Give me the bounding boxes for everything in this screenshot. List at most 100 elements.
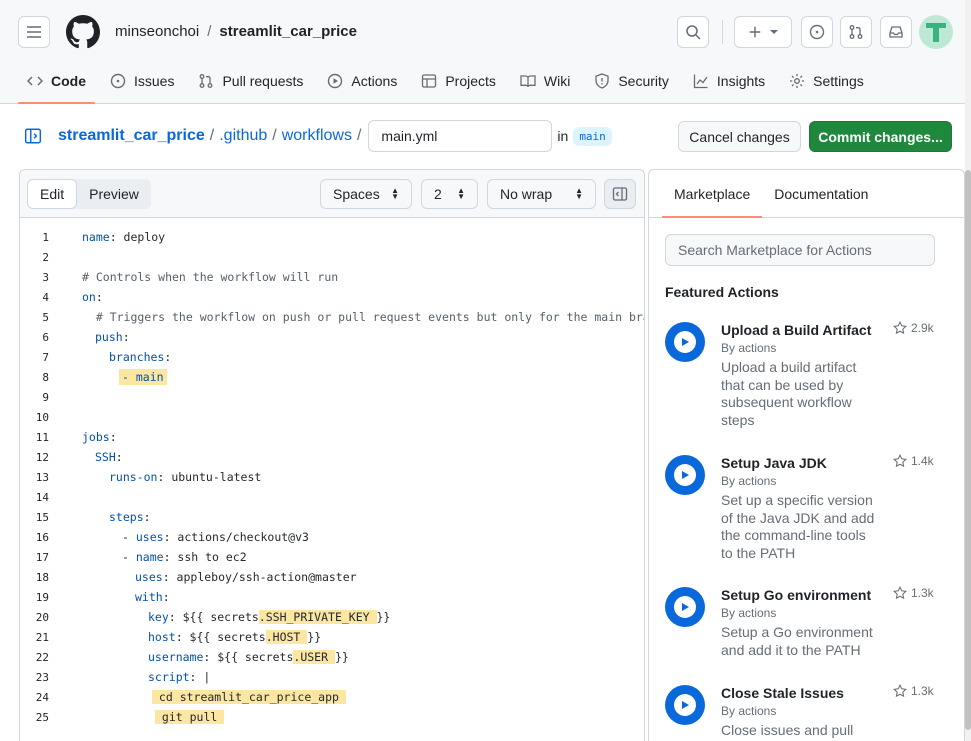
code-area[interactable]: 1 name: deploy 2 3 # Controls when the wor… <box>20 218 644 727</box>
code-line: 4 on: <box>20 287 644 307</box>
code-line: 13 runs-on: ubuntu-latest <box>20 467 644 487</box>
code-line: 7 branches: <box>20 347 644 367</box>
tab-wiki[interactable]: Wiki <box>511 64 579 98</box>
line-content: uses: appleboy/ssh-action@master <box>135 570 357 584</box>
tab-label: Settings <box>813 73 864 89</box>
action-title[interactable]: Close Stale Issues <box>721 685 844 701</box>
line-content: script: | <box>148 670 211 684</box>
tab-security[interactable]: Security <box>585 64 678 98</box>
commit-changes-button[interactable]: Commit changes... <box>809 121 952 152</box>
star-count: 1.4k <box>911 454 934 468</box>
graph-icon <box>693 74 708 89</box>
side-tabs: Marketplace Documentation <box>649 170 964 218</box>
pull-requests-button[interactable] <box>840 16 872 48</box>
toggle-sidebar-button[interactable] <box>604 179 636 209</box>
pull-request-icon <box>849 25 863 39</box>
code-line: 18 uses: appleboy/ssh-action@master <box>20 567 644 587</box>
path-separator: / <box>207 23 212 40</box>
search-button[interactable] <box>677 16 709 48</box>
line-content: with: <box>135 590 170 604</box>
line-number: 4 <box>42 290 49 304</box>
action-title[interactable]: Setup Java JDK <box>721 455 827 471</box>
action-play-icon <box>665 587 705 627</box>
line-content: name: deploy <box>82 230 166 244</box>
breadcrumb-separator: / <box>356 127 362 144</box>
tab-edit[interactable]: Edit <box>27 179 78 209</box>
breadcrumb-separator: / <box>209 127 215 144</box>
sidebar-expand-icon[interactable] <box>24 127 42 145</box>
book-icon <box>520 75 536 88</box>
filename-input[interactable]: main.yml <box>368 120 553 152</box>
table-icon <box>422 74 437 88</box>
action-play-icon <box>665 322 705 362</box>
wrap-mode-select[interactable]: No wrap ▲ ▼ <box>487 179 596 209</box>
line-number: 6 <box>42 330 49 344</box>
line-content: git pull <box>155 710 225 724</box>
line-content: push: <box>95 330 130 344</box>
indent-mode-select[interactable]: Spaces ▲ ▼ <box>320 179 412 209</box>
indent-size-select[interactable]: 2 ▲ ▼ <box>421 179 478 209</box>
action-title[interactable]: Upload a Build Artifact <box>721 322 871 338</box>
edit-preview-toggle: Edit Preview <box>27 179 151 209</box>
breadcrumb-github-link[interactable]: .github <box>219 127 267 145</box>
inbox-button[interactable] <box>880 16 912 48</box>
scrollbar-thumb[interactable] <box>965 170 971 730</box>
action-author: By actions <box>721 474 777 488</box>
line-number: 9 <box>42 390 49 404</box>
line-number: 24 <box>35 690 49 704</box>
select-arrows-icon: ▲ ▼ <box>457 186 465 201</box>
line-number: 20 <box>35 610 49 624</box>
tab-preview[interactable]: Preview <box>77 179 151 209</box>
tab-label: Wiki <box>543 73 571 89</box>
user-avatar[interactable] <box>919 15 953 49</box>
line-number: 7 <box>42 350 49 364</box>
tab-label: Issues <box>134 73 175 89</box>
tab-actions[interactable]: Actions <box>318 64 406 98</box>
tab-insights[interactable]: Insights <box>684 64 774 98</box>
issues-button[interactable] <box>801 16 833 48</box>
tab-issues[interactable]: Issues <box>101 64 183 98</box>
repo-nav: Code Issues Pull requests Actions Projec… <box>18 64 879 104</box>
action-author: By actions <box>721 606 777 620</box>
line-number: 16 <box>35 530 49 544</box>
code-line: 17 - name: ssh to ec2 <box>20 547 644 567</box>
line-number: 17 <box>35 550 49 564</box>
menu-button[interactable] <box>18 16 50 48</box>
github-logo-icon[interactable] <box>66 15 100 49</box>
action-stars: 1.3k <box>893 586 934 600</box>
code-line: 22 username: ${{ secrets.USER }} <box>20 647 644 667</box>
owner-link[interactable]: minseonchoi <box>115 23 199 40</box>
repo-link[interactable]: streamlit_car_price <box>219 23 357 40</box>
action-description: Setup a Go environment and add it to the… <box>721 624 873 658</box>
tab-code[interactable]: Code <box>18 64 95 104</box>
code-line: 11 jobs: <box>20 427 644 447</box>
avatar-identicon-icon <box>926 23 946 42</box>
code-line: 6 push: <box>20 327 644 347</box>
line-content: - main <box>119 369 167 385</box>
breadcrumb-repo-link[interactable]: streamlit_car_price <box>58 127 205 145</box>
line-content: - uses: actions/checkout@v3 <box>122 530 309 544</box>
hamburger-icon <box>27 26 41 38</box>
tab-marketplace[interactable]: Marketplace <box>662 186 763 218</box>
code-icon <box>27 76 43 86</box>
tab-pull-requests[interactable]: Pull requests <box>189 64 312 98</box>
tab-settings[interactable]: Settings <box>780 64 873 98</box>
line-number: 11 <box>35 430 49 444</box>
marketplace-search-input[interactable]: Search Marketplace for Actions <box>665 234 935 266</box>
tab-documentation[interactable]: Documentation <box>762 186 880 217</box>
line-content: - name: ssh to ec2 <box>122 550 247 564</box>
star-icon <box>893 684 907 698</box>
line-number: 15 <box>35 510 49 524</box>
create-new-button[interactable] <box>734 16 792 48</box>
page-scrollbar[interactable] <box>965 0 971 741</box>
tab-projects[interactable]: Projects <box>412 64 505 98</box>
marketplace-panel: Marketplace Documentation Search Marketp… <box>648 169 965 741</box>
action-title[interactable]: Setup Go environment <box>721 587 871 603</box>
line-content: cd streamlit_car_price_app <box>152 690 346 704</box>
code-line: 5 # Triggers the workflow on push or pul… <box>20 307 644 327</box>
cancel-changes-button[interactable]: Cancel changes <box>678 121 801 152</box>
line-content: username: ${{ secrets.USER }} <box>148 650 349 664</box>
header-divider <box>722 20 723 44</box>
line-number: 3 <box>42 270 49 284</box>
breadcrumb-workflows-link[interactable]: workflows <box>282 127 352 145</box>
